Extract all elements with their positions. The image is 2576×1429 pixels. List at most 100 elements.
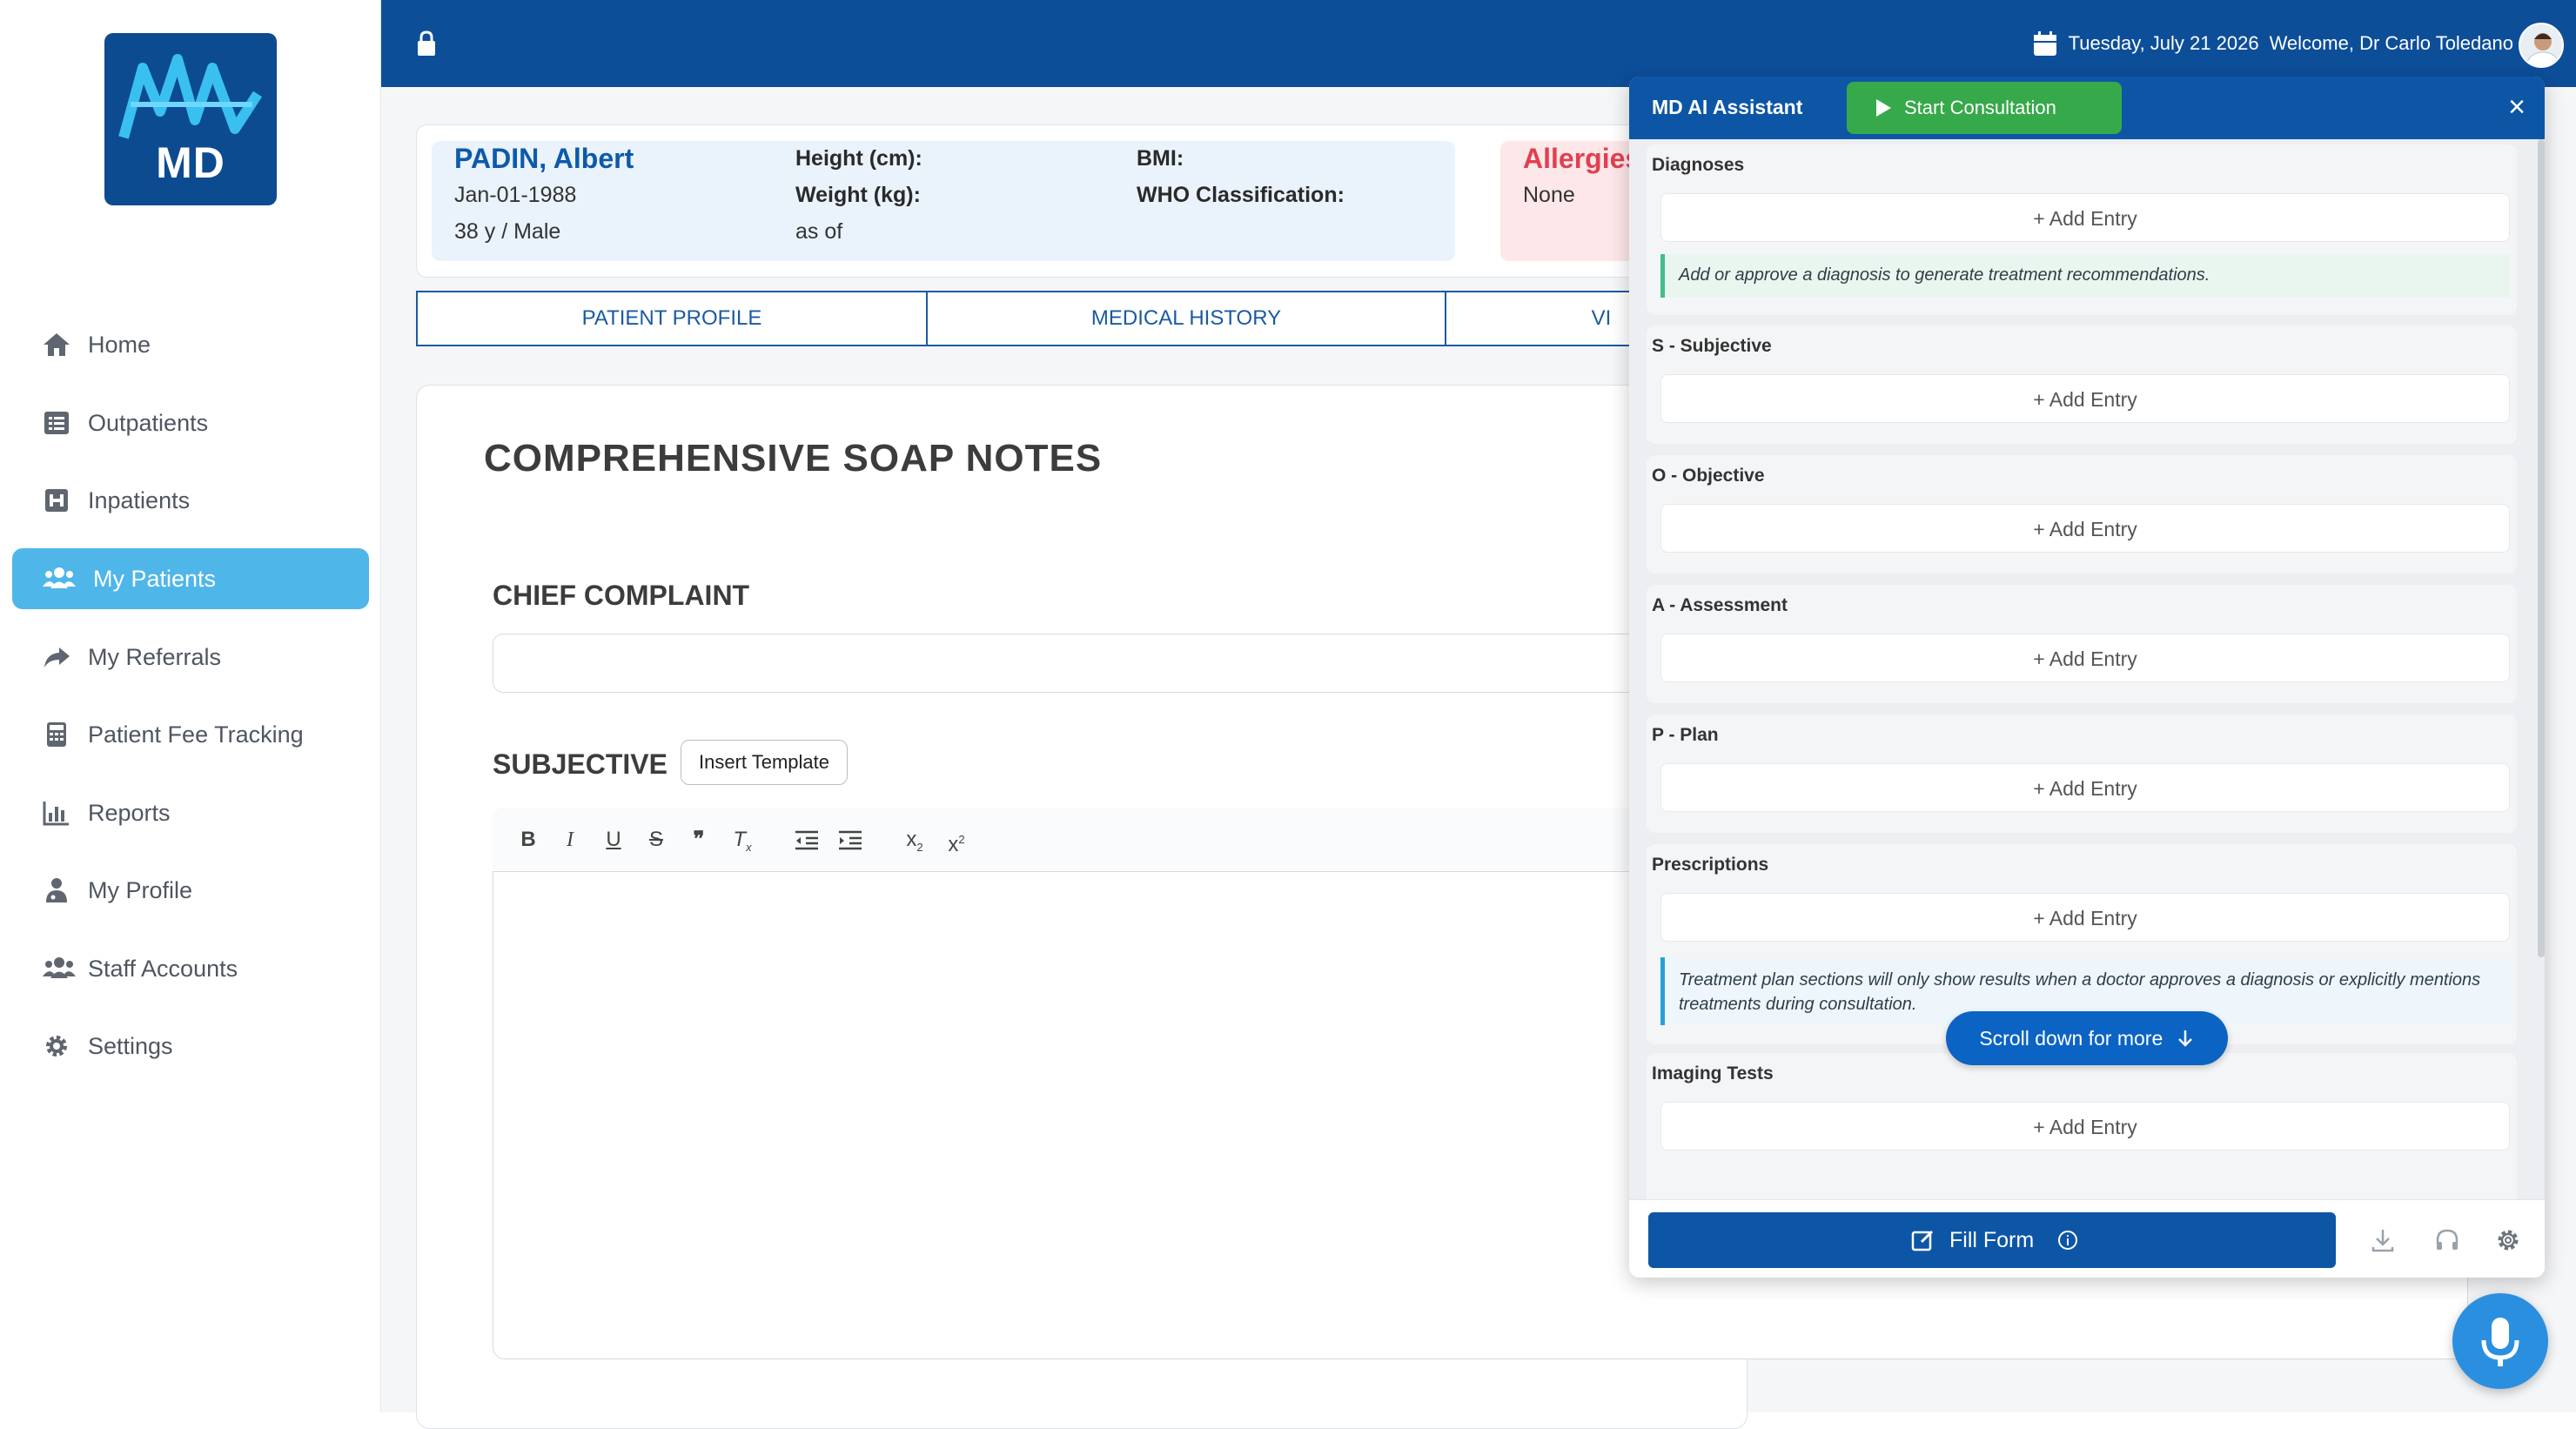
sidebar-item-patient-fee-tracking[interactable]: Patient Fee Tracking — [12, 704, 369, 765]
start-consultation-label: Start Consultation — [1904, 97, 2056, 118]
sidebar-item-label: Settings — [88, 1033, 173, 1059]
headset-icon[interactable] — [2433, 1226, 2461, 1254]
microphone-button[interactable] — [2452, 1293, 2548, 1389]
add-entry-button[interactable]: + Add Entry — [1660, 893, 2510, 942]
patient-tabs: PATIENT PROFILE MEDICAL HISTORY VI — [416, 291, 1758, 346]
logo-text: MD — [156, 138, 225, 187]
fill-form-label: Fill Form — [1949, 1228, 2035, 1252]
section-subjective: S - Subjective + Add Entry — [1647, 325, 2517, 444]
section-title: Prescriptions — [1652, 855, 1769, 875]
chief-complaint-input[interactable] — [493, 634, 1754, 693]
section-title: S - Subjective — [1652, 336, 1772, 356]
patient-name: PADIN, Albert — [454, 143, 634, 174]
superscript-icon[interactable]: x2 — [942, 825, 971, 856]
height-label: Height (cm): — [795, 146, 922, 171]
italic-icon[interactable]: I — [555, 825, 585, 855]
add-entry-button[interactable]: + Add Entry — [1660, 634, 2510, 682]
users-icon — [43, 957, 76, 978]
share-icon — [44, 647, 70, 668]
section-title: P - Plan — [1652, 725, 1719, 745]
bar-chart-icon — [43, 802, 69, 826]
sidebar-item-label: My Referrals — [88, 644, 222, 670]
section-title: Imaging Tests — [1652, 1063, 1774, 1083]
bold-icon[interactable]: B — [513, 825, 543, 855]
sidebar-item-home[interactable]: Home — [12, 314, 369, 375]
blockquote-icon[interactable]: ❞ — [684, 825, 714, 855]
header-user-area: Tuesday, July 21 2026 Welcome, Dr Carlo … — [2032, 0, 2513, 87]
calendar-icon — [2033, 31, 2056, 56]
ai-assistant-footer: Fill Form — [1629, 1199, 2545, 1278]
sidebar-item-settings[interactable]: Settings — [12, 1016, 369, 1077]
settings-gear-icon[interactable] — [2494, 1226, 2522, 1254]
ai-assistant-body: Diagnoses + Add Entry Add or approve a d… — [1629, 139, 2545, 1262]
start-consultation-button[interactable]: Start Consultation — [1847, 82, 2122, 134]
home-icon — [44, 333, 70, 356]
sidebar-item-my-profile[interactable]: My Profile — [12, 860, 369, 921]
info-icon[interactable] — [2057, 1230, 2078, 1251]
edit-icon — [1911, 1230, 1934, 1251]
app-window: MD Home Outpatients Inpatients My Patien… — [0, 0, 2576, 1429]
sidebar-item-label: Reports — [88, 800, 171, 826]
sidebar: MD Home Outpatients Inpatients My Patien… — [0, 0, 381, 1412]
avatar[interactable] — [2519, 23, 2564, 68]
sidebar-item-inpatients[interactable]: Inpatients — [12, 470, 369, 531]
section-assessment: A - Assessment + Add Entry — [1647, 585, 2517, 703]
insert-template-button[interactable]: Insert Template — [681, 740, 848, 785]
allergies-title: Allergies — [1523, 143, 1641, 174]
ai-assistant-panel: MD AI Assistant Start Consultation × Dia… — [1629, 77, 2545, 1278]
sidebar-item-reports[interactable]: Reports — [12, 782, 369, 843]
ai-panel-scrollbar[interactable] — [2538, 139, 2545, 957]
add-entry-button[interactable]: + Add Entry — [1660, 374, 2510, 423]
subscript-icon[interactable]: x2 — [900, 825, 929, 855]
section-title: Diagnoses — [1652, 155, 1745, 175]
close-icon[interactable]: × — [2501, 92, 2532, 124]
microphone-icon — [2481, 1318, 2519, 1366]
download-icon[interactable] — [2369, 1226, 2397, 1254]
list-icon — [44, 412, 69, 434]
indent-icon[interactable] — [835, 825, 865, 855]
play-icon — [1876, 99, 1891, 117]
sidebar-item-staff-accounts[interactable]: Staff Accounts — [12, 938, 369, 999]
fill-form-button[interactable]: Fill Form — [1648, 1212, 2336, 1268]
app-logo[interactable]: MD — [104, 33, 277, 205]
ai-assistant-header: MD AI Assistant Start Consultation × — [1629, 77, 2545, 139]
tab-patient-profile[interactable]: PATIENT PROFILE — [416, 291, 928, 346]
doctor-icon — [46, 878, 67, 902]
sidebar-item-label: Outpatients — [88, 410, 209, 436]
strikethrough-icon[interactable]: S — [641, 825, 671, 855]
section-diagnoses: Diagnoses + Add Entry Add or approve a d… — [1647, 144, 2517, 315]
add-entry-button[interactable]: + Add Entry — [1660, 193, 2510, 242]
diagnosis-info-note: Add or approve a diagnosis to generate t… — [1660, 254, 2510, 298]
patient-dob: Jan-01-1988 — [454, 183, 577, 207]
sidebar-item-outpatients[interactable]: Outpatients — [12, 392, 369, 453]
clear-format-icon[interactable]: Tx — [728, 825, 757, 855]
sidebar-item-label: Staff Accounts — [88, 956, 238, 982]
tab-medical-history[interactable]: MEDICAL HISTORY — [926, 291, 1446, 346]
hospital-icon — [45, 489, 68, 512]
add-entry-button[interactable]: + Add Entry — [1660, 504, 2510, 553]
add-entry-button[interactable]: + Add Entry — [1660, 1102, 2510, 1151]
arrow-down-icon — [2177, 1030, 2192, 1047]
welcome-text: Welcome, Dr Carlo Toledano — [2269, 32, 2513, 54]
calculator-icon — [47, 722, 66, 747]
ai-assistant-title: MD AI Assistant — [1652, 96, 1803, 118]
underline-icon[interactable]: U — [599, 825, 628, 855]
outdent-icon[interactable] — [792, 825, 822, 855]
as-of-label: as of — [795, 219, 843, 244]
chief-complaint-label: CHIEF COMPLAINT — [493, 580, 750, 611]
sidebar-item-my-referrals[interactable]: My Referrals — [12, 627, 369, 688]
sidebar-item-my-patients[interactable]: My Patients — [12, 548, 369, 609]
scroll-down-label: Scroll down for more — [1979, 1027, 2163, 1050]
section-title: A - Assessment — [1652, 595, 1788, 615]
users-icon — [43, 567, 76, 588]
sidebar-item-label: Patient Fee Tracking — [88, 721, 304, 748]
scroll-down-button[interactable]: Scroll down for more — [1946, 1011, 2228, 1065]
weight-label: Weight (kg): — [795, 183, 921, 207]
sidebar-item-label: My Profile — [88, 877, 193, 903]
header-date: Tuesday, July 21 2026 — [2068, 32, 2259, 54]
lock-icon[interactable] — [416, 30, 437, 57]
bmi-label: BMI: — [1137, 146, 1184, 171]
add-entry-button[interactable]: + Add Entry — [1660, 763, 2510, 812]
who-classification-label: WHO Classification: — [1137, 183, 1345, 207]
section-title: O - Objective — [1652, 466, 1765, 486]
